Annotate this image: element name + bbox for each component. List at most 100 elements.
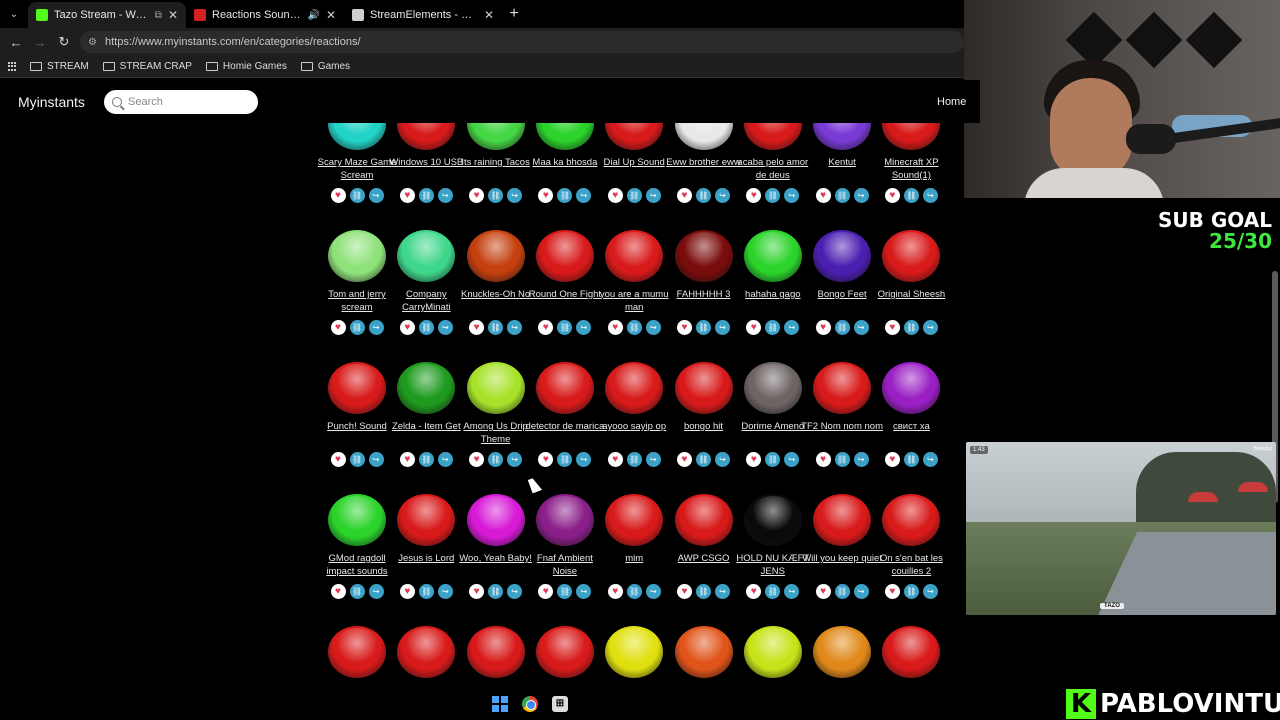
favorite-heart-icon[interactable]: ♥ [399,320,415,335]
favorite-heart-icon[interactable]: ♥ [677,320,692,335]
share-icon[interactable]: ↪ [368,320,384,335]
favorite-heart-icon[interactable]: ♥ [330,320,346,335]
play-sound-button[interactable] [743,230,802,286]
play-sound-button[interactable] [674,362,733,418]
copy-link-icon[interactable]: ⛓ [834,584,850,599]
favorite-heart-icon[interactable]: ♥ [538,188,554,203]
copy-link-icon[interactable]: ⛓ [765,584,781,599]
play-sound-button[interactable] [813,362,872,418]
share-icon[interactable]: ↪ [576,320,592,335]
play-sound-button[interactable] [674,626,733,682]
share-icon[interactable]: ↪ [576,188,592,203]
favorite-heart-icon[interactable]: ♥ [330,188,346,203]
play-sound-button[interactable] [605,362,664,418]
site-logo[interactable]: Myinstants [18,94,104,110]
copy-link-icon[interactable]: ⛓ [557,188,573,203]
play-sound-button[interactable] [328,626,386,682]
address-bar[interactable]: ⚙ https://www.myinstants.com/en/categori… [80,31,964,53]
browser-tab[interactable]: Tazo Stream - Watch Live o ⧉ ✕ [28,2,186,28]
tab-search-chevron-icon[interactable]: ⌄ [0,0,28,28]
copy-link-icon[interactable]: ⛓ [557,584,573,599]
sound-title-link[interactable]: On s'en bat les couilles 2 [870,552,952,578]
favorite-heart-icon[interactable]: ♥ [538,320,554,335]
favorite-heart-icon[interactable]: ♥ [677,452,692,467]
share-icon[interactable]: ↪ [715,452,730,467]
favorite-heart-icon[interactable]: ♥ [538,452,554,467]
favorite-heart-icon[interactable]: ♥ [607,452,623,467]
copy-link-icon[interactable]: ⛓ [903,452,919,467]
play-sound-button[interactable] [535,494,594,550]
copy-link-icon[interactable]: ⛓ [903,320,919,335]
favorite-heart-icon[interactable]: ♥ [399,584,415,599]
share-icon[interactable]: ↪ [645,584,661,599]
favorite-heart-icon[interactable]: ♥ [815,188,831,203]
share-icon[interactable]: ↪ [576,584,592,599]
new-tab-button[interactable]: + [502,5,526,23]
share-icon[interactable]: ↪ [715,320,730,335]
copy-link-icon[interactable]: ⛓ [696,320,711,335]
play-sound-button[interactable] [605,230,664,286]
share-icon[interactable]: ↪ [784,452,800,467]
play-sound-button[interactable] [535,230,594,286]
favorite-heart-icon[interactable]: ♥ [469,320,485,335]
favorite-heart-icon[interactable]: ♥ [399,188,415,203]
play-sound-button[interactable] [466,494,525,550]
share-icon[interactable]: ↪ [437,188,453,203]
play-sound-button[interactable] [743,626,802,682]
share-icon[interactable]: ↪ [368,452,384,467]
copy-link-icon[interactable]: ⛓ [418,188,434,203]
favorite-heart-icon[interactable]: ♥ [538,584,554,599]
bookmark-folder[interactable]: Games [300,61,350,72]
apps-grid-icon[interactable] [8,61,18,72]
sound-title-link[interactable]: свист ха [870,420,952,446]
share-icon[interactable]: ↪ [507,584,523,599]
play-sound-button[interactable] [605,494,664,550]
chrome-taskbar-icon[interactable] [522,695,538,712]
play-sound-button[interactable] [674,494,733,550]
bookmark-folder[interactable]: STREAM CRAP [102,61,192,72]
site-info-icon[interactable]: ⚙ [88,37,97,48]
reload-icon[interactable]: ↻ [56,34,72,50]
play-sound-button[interactable] [397,230,456,286]
share-icon[interactable]: ↪ [784,188,800,203]
share-icon[interactable]: ↪ [922,188,938,203]
favorite-heart-icon[interactable]: ♥ [330,584,346,599]
share-icon[interactable]: ↪ [437,452,453,467]
share-icon[interactable]: ↪ [784,320,800,335]
share-icon[interactable]: ↪ [853,452,869,467]
copy-link-icon[interactable]: ⛓ [349,320,365,335]
share-icon[interactable]: ↪ [645,320,661,335]
nav-home-link[interactable]: Home [937,96,966,108]
favorite-heart-icon[interactable]: ♥ [330,452,346,467]
favorite-heart-icon[interactable]: ♥ [884,584,900,599]
play-sound-button[interactable] [328,230,386,286]
play-sound-button[interactable] [813,494,872,550]
copy-link-icon[interactable]: ⛓ [903,584,919,599]
play-sound-button[interactable] [605,626,664,682]
favorite-heart-icon[interactable]: ♥ [746,188,762,203]
close-tab-icon[interactable]: ✕ [484,8,494,22]
favorite-heart-icon[interactable]: ♥ [607,320,623,335]
play-sound-button[interactable] [743,494,802,550]
copy-link-icon[interactable]: ⛓ [349,188,365,203]
share-icon[interactable]: ↪ [922,584,938,599]
copy-link-icon[interactable]: ⛓ [626,584,642,599]
copy-link-icon[interactable]: ⛓ [557,320,573,335]
share-icon[interactable]: ↪ [922,320,938,335]
copy-link-icon[interactable]: ⛓ [488,188,504,203]
favorite-heart-icon[interactable]: ♥ [607,188,623,203]
share-icon[interactable]: ↪ [715,584,730,599]
copy-link-icon[interactable]: ⛓ [765,188,781,203]
play-sound-button[interactable] [813,230,872,286]
play-sound-button[interactable] [674,230,733,286]
favorite-heart-icon[interactable]: ♥ [469,584,485,599]
favorite-heart-icon[interactable]: ♥ [746,452,762,467]
play-sound-button[interactable] [397,626,456,682]
capcut-taskbar-icon[interactable]: ⊞ [552,695,568,712]
share-icon[interactable]: ↪ [437,584,453,599]
copy-link-icon[interactable]: ⛓ [696,584,711,599]
favorite-heart-icon[interactable]: ♥ [815,320,831,335]
play-sound-button[interactable] [882,494,941,550]
favorite-heart-icon[interactable]: ♥ [746,320,762,335]
favorite-heart-icon[interactable]: ♥ [677,188,692,203]
